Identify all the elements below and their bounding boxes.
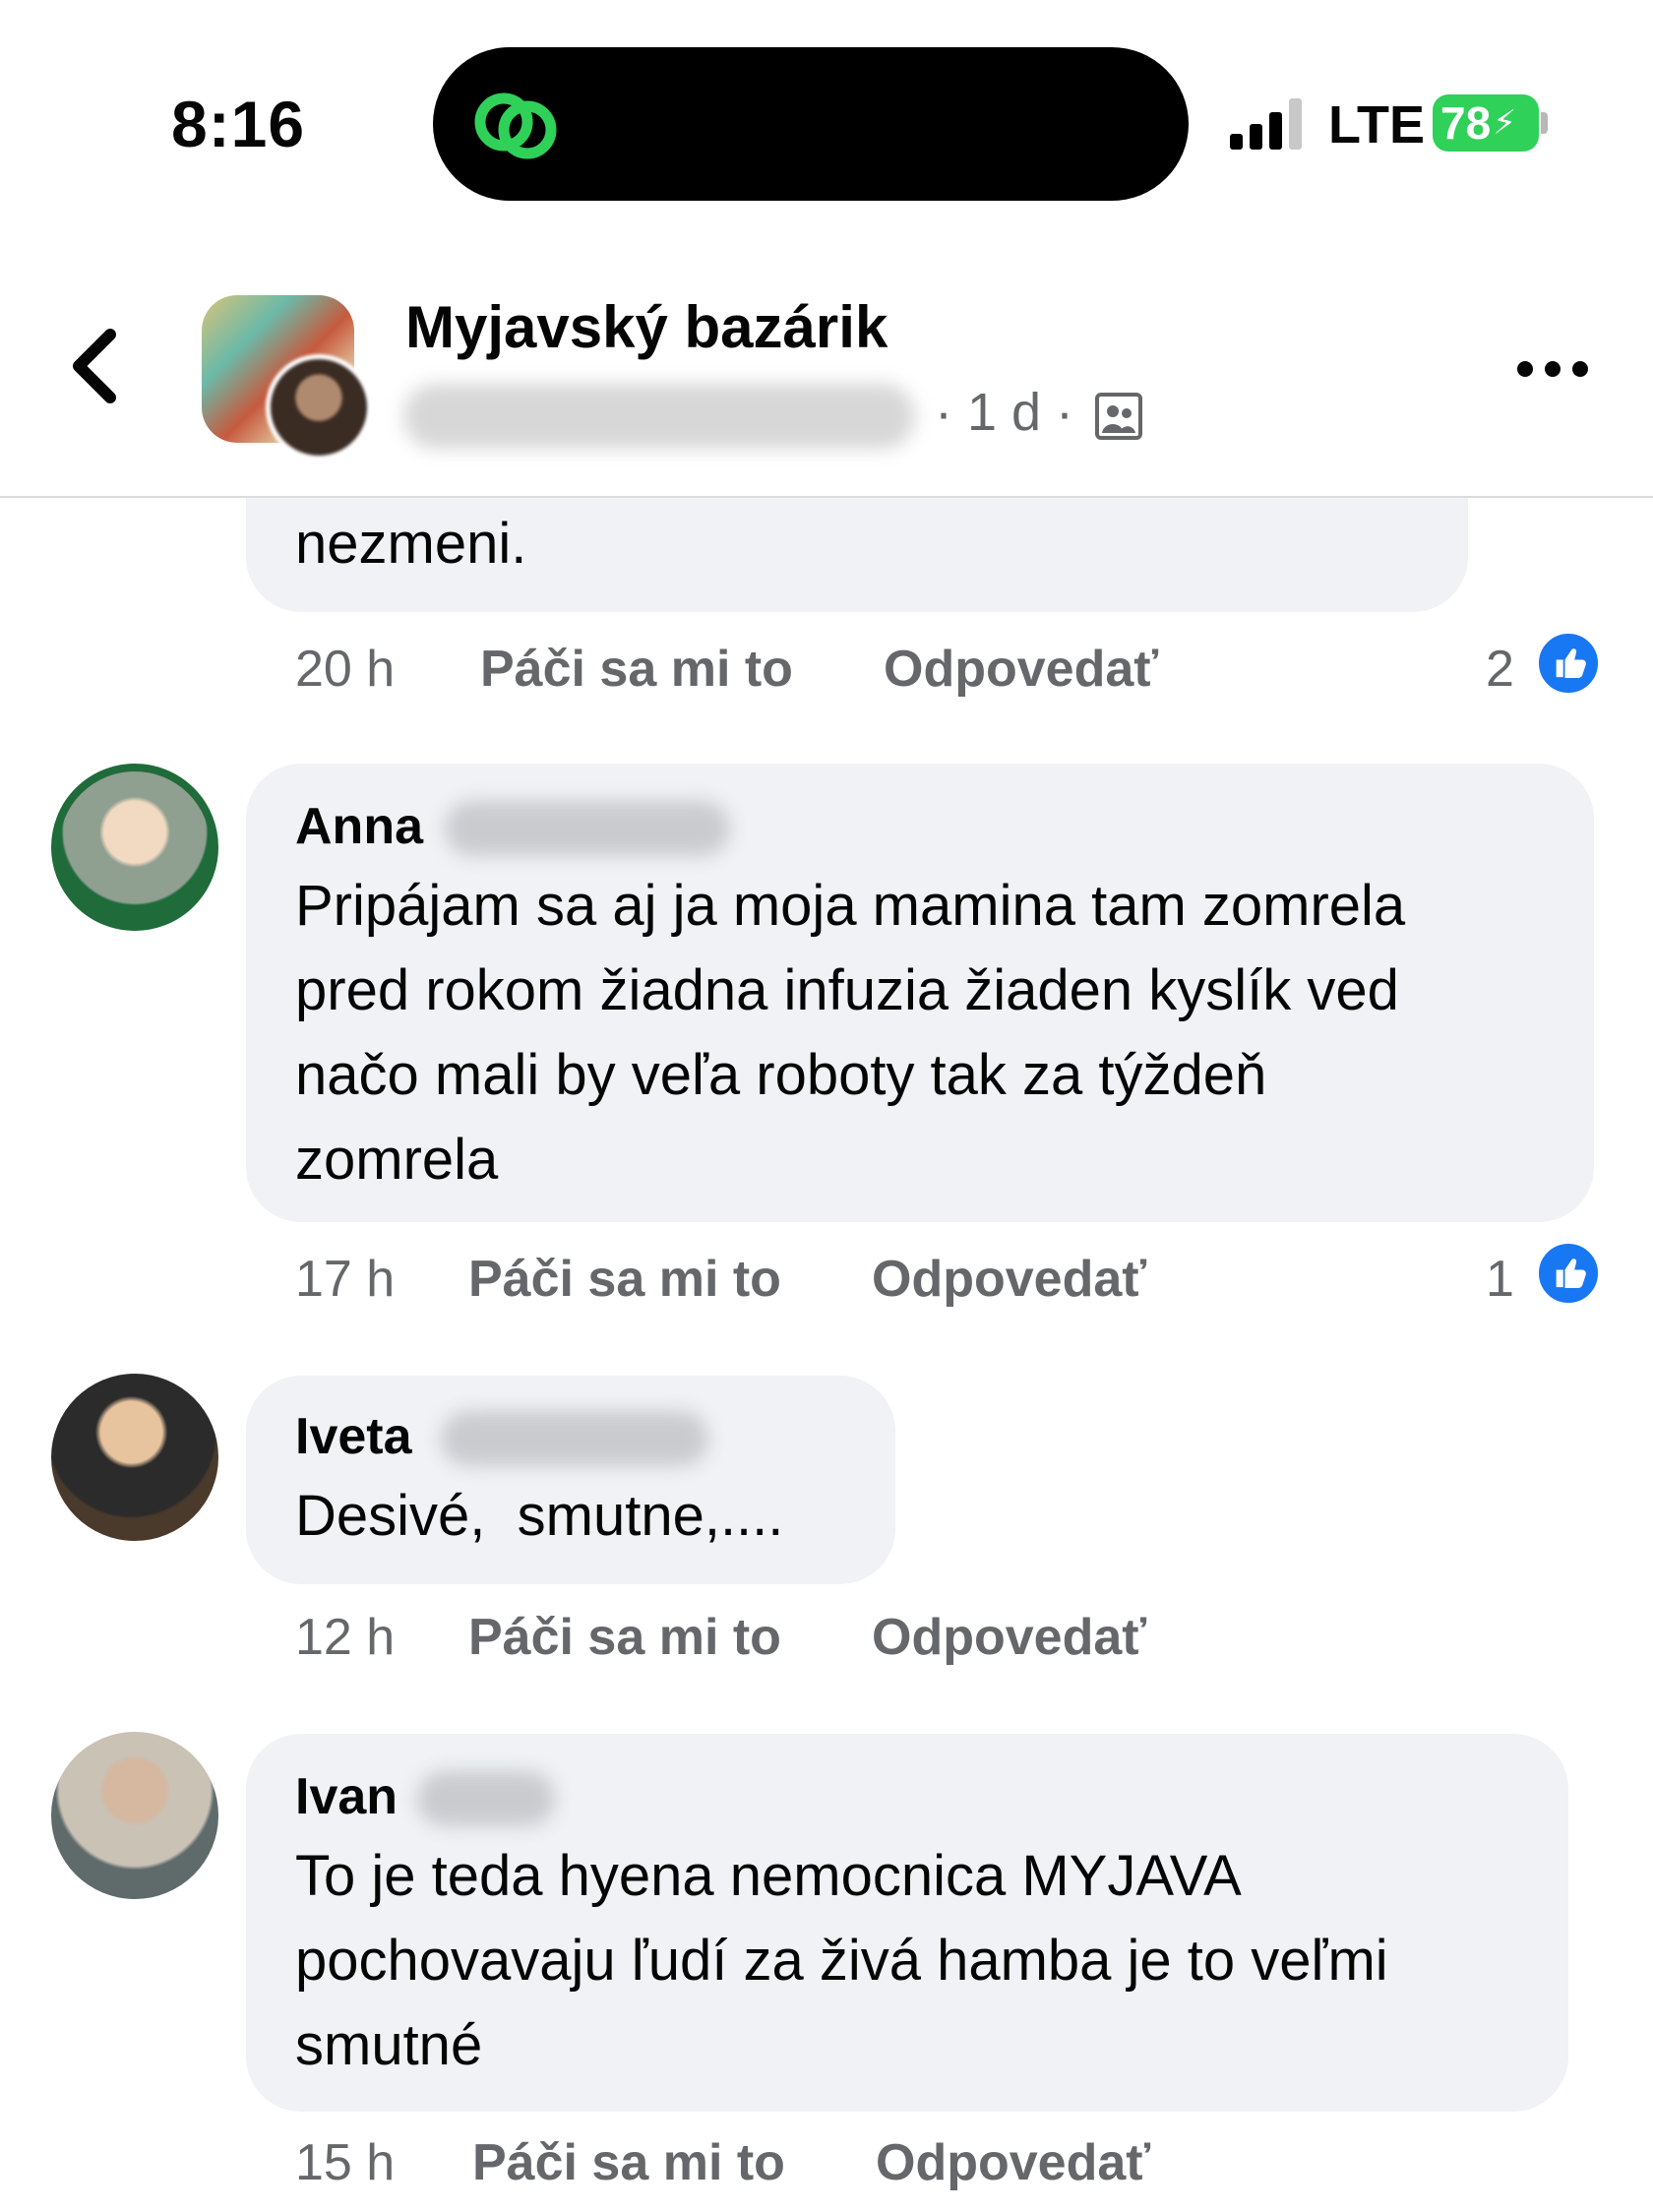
group-privacy-icon <box>1095 393 1142 440</box>
avatar[interactable] <box>51 1732 218 1899</box>
comment-text: nezmeni. <box>295 512 527 576</box>
comment-author[interactable]: Iveta <box>295 1407 412 1466</box>
avatar[interactable] <box>51 1374 218 1541</box>
reaction-count[interactable]: 2 <box>1486 640 1514 699</box>
comment-time: 12 h <box>295 1609 396 1666</box>
status-bar: 8:16 LTE 78 ⚡ <box>0 0 1653 226</box>
link-icon <box>474 92 557 159</box>
comment-actions: 17 h Páči sa mi to Odpovedať 1 <box>0 1240 1653 1328</box>
more-horizontal-icon[interactable] <box>1515 354 1590 384</box>
comment-text: To je teda hyena nemocnica MYJAVA pochov… <box>295 1844 1388 2077</box>
chevron-left-icon[interactable] <box>59 317 138 415</box>
comment-time: 20 h <box>295 641 396 698</box>
avatar[interactable] <box>51 764 218 931</box>
thumbs-up-icon[interactable] <box>1535 630 1602 697</box>
comment-time: 17 h <box>295 1251 396 1308</box>
network-type: LTE <box>1328 95 1425 154</box>
reply-button[interactable]: Odpovedať <box>884 640 1158 699</box>
comment-text: Desivé, smutne,.... <box>295 1484 784 1548</box>
like-button[interactable]: Páči sa mi to <box>468 1608 781 1667</box>
thumbs-up-icon[interactable] <box>1535 1240 1602 1307</box>
poster-name-redacted <box>403 384 915 449</box>
comment-time: 15 h <box>295 2134 396 2191</box>
comment-actions: 15 h Páči sa mi to Odpovedať <box>0 2133 1653 2212</box>
author-surname-redacted <box>417 1771 555 1826</box>
status-time: 8:16 <box>171 88 306 160</box>
comment-author[interactable]: Anna <box>295 797 423 856</box>
reply-button[interactable]: Odpovedať <box>876 2133 1150 2192</box>
author-surname-redacted <box>445 801 730 856</box>
cellular-signal-icon <box>1230 98 1309 150</box>
battery-level: 78 <box>1440 97 1492 149</box>
group-name[interactable]: Myjavský bazárik <box>405 293 888 361</box>
reply-button[interactable]: Odpovedať <box>872 1250 1146 1309</box>
battery-icon: 78 ⚡ <box>1433 94 1539 152</box>
like-button[interactable]: Páči sa mi to <box>472 2133 785 2192</box>
poster-avatar[interactable] <box>266 354 372 461</box>
battery-cap <box>1541 112 1548 134</box>
like-button[interactable]: Páči sa mi to <box>468 1250 781 1309</box>
post-meta: · 1 d · <box>935 383 1074 442</box>
comment-text: Pripájam sa aj ja moja mamina tam zomrel… <box>295 874 1406 1192</box>
comment-actions: 12 h Páči sa mi to Odpovedať <box>0 1608 1653 1687</box>
like-button[interactable]: Páči sa mi to <box>480 640 793 699</box>
charging-bolt-icon: ⚡ <box>1493 104 1517 142</box>
reaction-count[interactable]: 1 <box>1486 1250 1514 1309</box>
author-surname-redacted <box>441 1411 708 1466</box>
reply-button[interactable]: Odpovedať <box>872 1608 1146 1667</box>
comment-author[interactable]: Ivan <box>295 1767 398 1826</box>
comment-actions: 20 h Páči sa mi to Odpovedať 2 <box>0 630 1653 718</box>
post-header: Myjavský bazárik · 1 d · <box>0 226 1653 498</box>
